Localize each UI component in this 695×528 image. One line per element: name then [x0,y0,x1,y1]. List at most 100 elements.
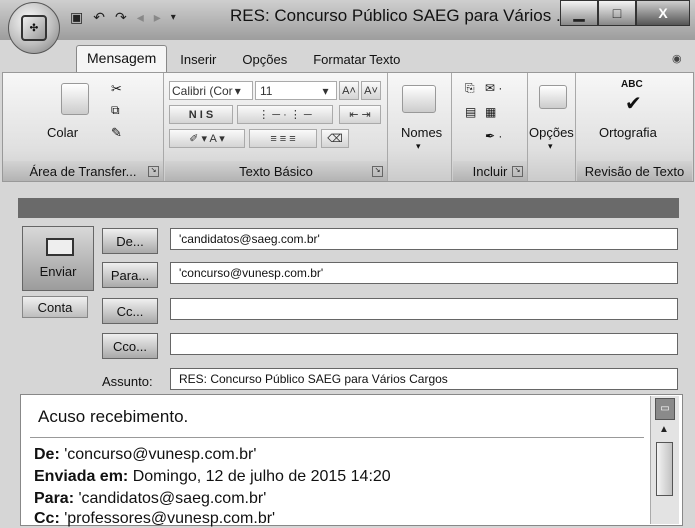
tab-formatar-texto[interactable]: Formatar Texto [300,47,413,72]
body-from-value: 'concurso@vunesp.com.br' [59,446,257,463]
group-include-label: Incluir [472,163,508,179]
font-dropdown-icon: ▾ [234,83,241,98]
body-from-label: De: [34,446,60,463]
body-separator [30,437,644,438]
bcc-field[interactable] [170,333,678,355]
shrink-font-icon[interactable]: A˅ [361,81,381,100]
names-dropdown-icon: ▾ [416,141,421,151]
subject-field[interactable]: RES: Concurso Público SAEG para Vários C… [170,368,678,390]
info-bar [18,198,679,218]
options-icon[interactable] [539,85,567,109]
body-to-label: Para: [34,490,75,507]
group-basic-text: Calibri (Cor ▾ 11 ▾ A˄ A˅ N I S ⋮ ─ · ⋮ … [165,73,388,181]
body-cc-value: 'professores@vunesp.com.br' [59,510,276,527]
send-label: Enviar [39,264,77,279]
cc-button[interactable]: Cc... [102,298,158,324]
attach-file-icon[interactable]: ⎘ [465,81,475,96]
dialog-launcher-icon[interactable]: ↘ [148,166,159,177]
tab-opcoes[interactable]: Opções [229,47,300,72]
cut-icon[interactable]: ✂ [111,81,122,97]
group-options: Opções ▾ [529,73,576,181]
group-names: Nomes ▾ [389,73,452,181]
alignment-icons[interactable]: ≡ ≡ ≡ [249,129,317,148]
scroll-thumb[interactable] [656,442,673,496]
minimize-button[interactable]: ▁ [560,0,598,26]
close-button[interactable]: X [636,0,690,26]
ruler-toggle-icon[interactable]: ▭ [655,398,675,420]
font-size-value: 11 [260,83,273,98]
group-clipboard-label: Área de Transfer... [29,163,137,179]
from-field[interactable]: 'candidatos@saeg.com.br' [170,228,678,250]
paste-button[interactable]: Colar [47,125,78,140]
account-button[interactable]: Conta [22,296,88,318]
next-icon[interactable]: ▸ [154,9,161,26]
maximize-button[interactable]: □ [598,0,636,26]
options-button[interactable]: Opções [529,125,574,140]
highlight-font-color-icons[interactable]: ✐ ▾ A ▾ [169,129,245,148]
group-label-clipboard: Área de Transfer... ↘ [3,161,163,181]
font-name-select[interactable]: Calibri (Cor ▾ [169,81,253,100]
body-from-line: De: 'concurso@vunesp.com.br' [34,446,256,464]
options-dropdown-icon: ▾ [548,141,553,151]
body-sent-line: Enviada em: Domingo, 12 de julho de 2015… [34,468,391,486]
send-button[interactable]: Enviar [22,226,94,291]
copy-icon[interactable]: ⧉ [111,103,120,118]
body-cc-label: Cc: [34,510,60,527]
font-name-value: Calibri (Cor [172,83,233,98]
bold-italic-underline-icons[interactable]: N I S [169,105,233,124]
calendar-icon[interactable]: ▦ [485,105,496,119]
business-card-icon[interactable]: ▤ [465,105,476,119]
group-label-include: Incluir ↘ [453,161,527,181]
help-icon[interactable]: ◉ [672,52,682,65]
dialog-launcher-icon[interactable]: ↘ [512,166,523,177]
body-cc-line: Cc: 'professores@vunesp.com.br' [34,510,275,528]
spelling-button[interactable]: Ortografia [599,125,657,140]
window-controls: ▁ □ X [560,0,690,26]
dialog-launcher-icon[interactable]: ↘ [372,166,383,177]
group-include: ⎘ ✉ · ▤ ▦ ✒ · Incluir ↘ [453,73,528,181]
names-button[interactable]: Nomes [401,125,442,140]
body-sent-value: Domingo, 12 de julho de 2015 14:20 [128,468,391,485]
from-button[interactable]: De... [102,228,158,254]
office-button[interactable]: ✣ [8,2,60,54]
body-first-line: Acuso recebimento. [38,407,189,426]
dropdown-icon[interactable]: ▾ [171,12,176,23]
group-proofing-label: Revisão de Texto [584,163,685,179]
ribbon-tabs: Mensagem Inserir Opções Formatar Texto [76,45,413,72]
group-label-basic-text: Texto Básico ↘ [165,161,387,181]
paste-icon[interactable] [61,83,89,115]
prev-icon[interactable]: ◂ [137,9,144,26]
vertical-scrollbar[interactable]: ▭ ▲ [650,396,679,524]
tab-inserir[interactable]: Inserir [167,47,229,72]
office-logo-icon: ✣ [21,15,47,41]
address-book-icon[interactable] [402,85,436,113]
group-proofing: ABC ✔ Ortografia Revisão de Texto [577,73,692,181]
format-painter-icon[interactable]: ✎ [111,125,122,141]
grow-font-icon[interactable]: A˄ [339,81,359,100]
spelling-check-icon[interactable]: ✔ [625,91,642,116]
body-to-value: 'candidatos@saeg.com.br' [74,490,267,507]
cc-field[interactable] [170,298,678,320]
size-dropdown-icon: ▾ [322,83,329,98]
subject-label: Assunto: [102,374,153,389]
body-to-line: Para: 'candidatos@saeg.com.br' [34,490,266,508]
to-button[interactable]: Para... [102,262,158,288]
redo-icon[interactable]: ↷ [115,9,127,26]
spelling-abc-icon: ABC [621,79,643,90]
ribbon: Colar ✂ ⧉ ✎ Área de Transfer... ↘ Calibr… [2,72,694,182]
tab-mensagem[interactable]: Mensagem [76,45,168,72]
font-size-select[interactable]: 11 ▾ [255,81,337,100]
clear-format-icon[interactable]: ⌫ [321,129,349,148]
signature-icon[interactable]: ✒ · [485,129,502,143]
attach-item-icon[interactable]: ✉ · [485,81,502,95]
scroll-up-icon[interactable]: ▲ [655,424,673,438]
quick-access-toolbar: ▣ ↶ ↷ ◂ ▸ ▾ [70,6,176,28]
indent-icons[interactable]: ⇤ ⇥ [339,105,381,124]
bcc-button[interactable]: Cco... [102,333,158,359]
window-title: RES: Concurso Público SAEG para Vários .… [230,6,571,25]
save-icon[interactable]: ▣ [70,9,83,26]
send-icon [46,238,74,256]
undo-icon[interactable]: ↶ [93,9,105,26]
list-icons[interactable]: ⋮ ─ · ⋮ ─ [237,105,333,124]
to-field[interactable]: 'concurso@vunesp.com.br' [170,262,678,284]
